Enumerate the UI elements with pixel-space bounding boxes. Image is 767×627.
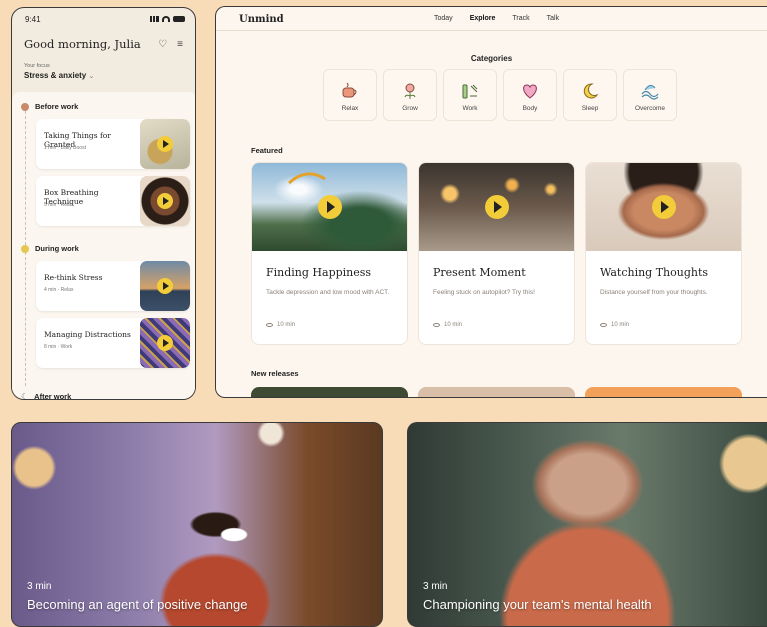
menu-icon[interactable]: ≡ bbox=[177, 39, 183, 50]
new-release-card[interactable] bbox=[585, 387, 742, 397]
paraglider-icon bbox=[288, 172, 326, 185]
task-card[interactable]: Re-think Stress 4 min · Relax bbox=[36, 261, 190, 311]
section-before-work: Before work bbox=[21, 102, 78, 111]
featured-heading: Featured bbox=[251, 146, 283, 155]
status-time: 9:41 bbox=[25, 14, 41, 24]
tab-talk[interactable]: Talk bbox=[547, 15, 559, 22]
section-after-work: ☾ After work bbox=[21, 392, 72, 400]
play-icon[interactable] bbox=[157, 335, 173, 351]
task-thumbnail bbox=[140, 318, 190, 368]
video-card[interactable]: 3 min Becoming an agent of positive chan… bbox=[11, 422, 383, 627]
moon-icon bbox=[583, 83, 599, 99]
task-thumbnail bbox=[140, 176, 190, 226]
play-icon[interactable] bbox=[652, 195, 676, 219]
web-app-window: Unmind Today Explore Track Talk Categori… bbox=[215, 6, 767, 398]
task-card[interactable]: Managing Distractions 8 min · Work bbox=[36, 318, 190, 368]
category-body[interactable]: Body bbox=[503, 69, 557, 121]
task-thumbnail bbox=[140, 119, 190, 169]
tab-today[interactable]: Today bbox=[434, 15, 453, 22]
featured-thumbnail bbox=[252, 163, 407, 251]
new-release-card[interactable] bbox=[251, 387, 408, 397]
eye-icon bbox=[600, 323, 607, 327]
video-title: Championing your team's mental health bbox=[423, 597, 652, 612]
tab-track[interactable]: Track bbox=[512, 15, 529, 22]
play-icon[interactable] bbox=[157, 193, 173, 209]
featured-card[interactable]: Watching Thoughts Distance yourself from… bbox=[585, 162, 742, 345]
task-thumbnail bbox=[140, 261, 190, 311]
play-icon[interactable] bbox=[485, 195, 509, 219]
section-during-work: During work bbox=[21, 244, 79, 253]
category-relax[interactable]: Relax bbox=[323, 69, 377, 121]
mobile-app-screen: 9:41 Good morning, Julia ♡ ≡ Your focus … bbox=[11, 7, 196, 400]
moon-icon: ☾ bbox=[21, 392, 29, 400]
category-work[interactable]: Work bbox=[443, 69, 497, 121]
top-nav: Unmind Today Explore Track Talk bbox=[216, 7, 767, 31]
signal-icon bbox=[150, 16, 159, 22]
daily-plan: Before work Taking Things for Granted 1 … bbox=[12, 92, 195, 400]
waves-icon bbox=[641, 84, 659, 100]
flower-icon bbox=[404, 83, 416, 99]
chevron-down-icon: ⌄ bbox=[88, 73, 95, 80]
wifi-icon bbox=[162, 16, 170, 22]
featured-card[interactable]: Finding Happiness Tackle depression and … bbox=[251, 162, 408, 345]
new-release-card[interactable] bbox=[418, 387, 575, 397]
heart-icon[interactable]: ♡ bbox=[158, 39, 167, 50]
section-dot-icon bbox=[21, 102, 29, 111]
play-icon[interactable] bbox=[157, 278, 173, 294]
featured-card[interactable]: Present Moment Feeling stuck on autopilo… bbox=[418, 162, 575, 345]
category-grow[interactable]: Grow bbox=[383, 69, 437, 121]
category-list: Relax Grow Work Body Sleep Overcome bbox=[323, 69, 677, 121]
greeting-title: Good morning, Julia bbox=[24, 37, 141, 51]
heart-icon bbox=[523, 84, 537, 99]
video-duration: 3 min bbox=[27, 581, 52, 592]
featured-thumbnail bbox=[419, 163, 574, 251]
focus-label: Your focus bbox=[24, 63, 50, 69]
video-duration: 3 min bbox=[423, 581, 448, 592]
category-overcome[interactable]: Overcome bbox=[623, 69, 677, 121]
task-card[interactable]: Box Breathing Technique 5 min · Relax bbox=[36, 176, 190, 226]
brand-logo[interactable]: Unmind bbox=[239, 14, 284, 25]
task-card[interactable]: Taking Things for Granted 1 min · Daily … bbox=[36, 119, 190, 169]
new-releases-heading: New releases bbox=[251, 369, 299, 378]
tools-icon bbox=[462, 84, 478, 99]
eye-icon bbox=[266, 323, 273, 327]
section-dot-icon bbox=[21, 244, 29, 253]
video-title: Becoming an agent of positive change bbox=[27, 597, 248, 612]
video-card[interactable]: 3 min Championing your team's mental hea… bbox=[407, 422, 767, 627]
eye-icon bbox=[433, 323, 440, 327]
play-icon[interactable] bbox=[157, 136, 173, 152]
cup-icon bbox=[342, 82, 357, 98]
category-sleep[interactable]: Sleep bbox=[563, 69, 617, 121]
focus-selector[interactable]: Stress & anxiety ⌄ bbox=[12, 69, 195, 80]
status-bar: 9:41 bbox=[12, 8, 195, 30]
featured-thumbnail bbox=[586, 163, 741, 251]
tab-explore[interactable]: Explore bbox=[470, 15, 496, 22]
categories-heading: Categories bbox=[470, 54, 513, 63]
battery-icon bbox=[173, 16, 185, 22]
play-icon[interactable] bbox=[318, 195, 342, 219]
